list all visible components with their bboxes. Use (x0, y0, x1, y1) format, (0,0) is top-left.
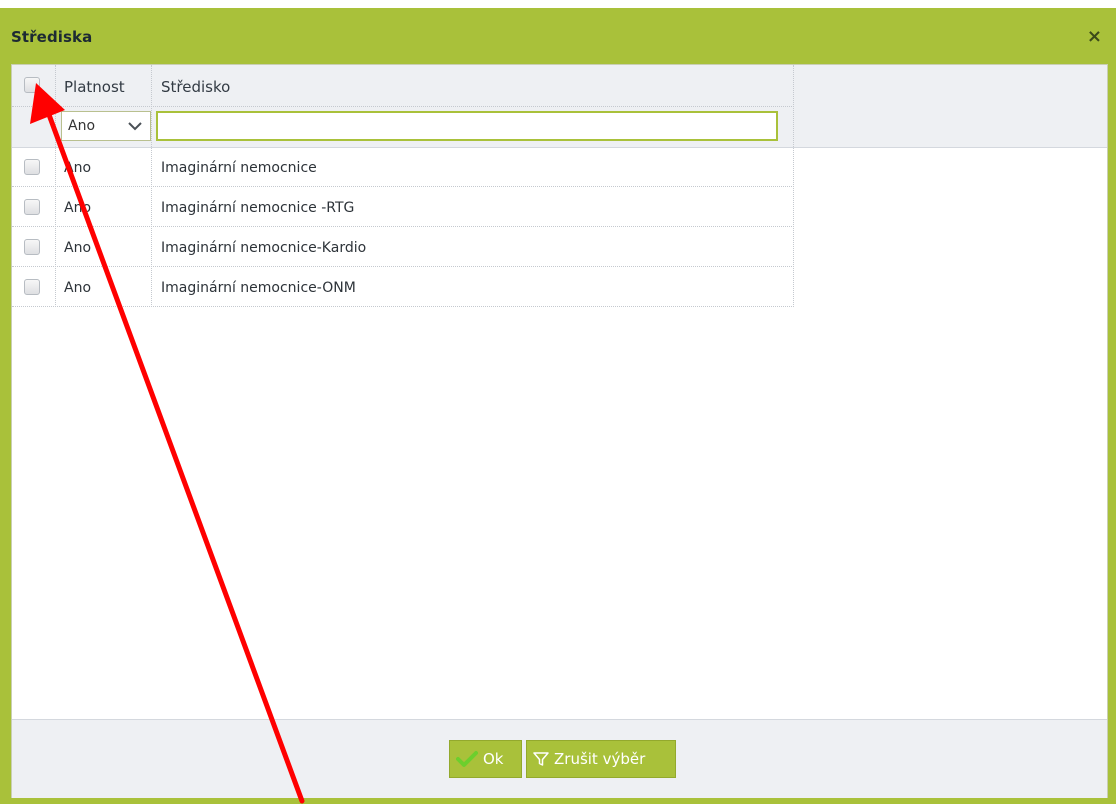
row-stredisko: Imaginární nemocnice (161, 160, 317, 176)
column-header-platnost[interactable]: Platnost (64, 78, 125, 96)
dialog-title: Střediska (11, 28, 93, 46)
platnost-filter-select[interactable]: Ano (61, 111, 151, 141)
grid-divider (12, 226, 794, 227)
platnost-filter-value: Ano (68, 118, 96, 134)
dialog-footer: Ok Zrušit výběr (12, 719, 1107, 798)
page: Střediska × Platnost Středisko Ano Ano I… (0, 0, 1118, 804)
dialog-content: Platnost Středisko Ano Ano Imaginární ne… (11, 64, 1108, 798)
row-checkbox[interactable] (24, 159, 40, 175)
ok-button[interactable]: Ok (449, 740, 522, 778)
strediska-dialog: Střediska × Platnost Středisko Ano Ano I… (0, 8, 1116, 804)
row-platnost: Ano (64, 200, 92, 216)
select-all-checkbox[interactable] (24, 77, 40, 93)
row-stredisko: Imaginární nemocnice-ONM (161, 280, 356, 296)
row-stredisko: Imaginární nemocnice -RTG (161, 200, 355, 216)
row-platnost: Ano (64, 280, 92, 296)
row-stredisko: Imaginární nemocnice-Kardio (161, 240, 367, 256)
column-header-stredisko[interactable]: Středisko (161, 78, 230, 96)
stredisko-filter-input[interactable] (156, 111, 778, 141)
row-checkbox[interactable] (24, 199, 40, 215)
grid-divider (12, 266, 794, 267)
clear-selection-button[interactable]: Zrušit výběr (526, 740, 676, 778)
row-checkbox[interactable] (24, 279, 40, 295)
row-platnost: Ano (64, 160, 92, 176)
filter-icon (533, 751, 549, 767)
dialog-titlebar: Střediska × (0, 8, 1116, 64)
clear-selection-label: Zrušit výběr (554, 750, 646, 768)
row-platnost: Ano (64, 240, 92, 256)
row-checkbox[interactable] (24, 239, 40, 255)
close-icon[interactable]: × (1087, 26, 1102, 47)
checkmark-icon (456, 750, 478, 768)
ok-button-label: Ok (483, 750, 504, 768)
grid-divider (12, 306, 794, 307)
grid-divider (12, 106, 794, 107)
grid-divider (12, 186, 794, 187)
chevron-down-icon (124, 114, 146, 138)
